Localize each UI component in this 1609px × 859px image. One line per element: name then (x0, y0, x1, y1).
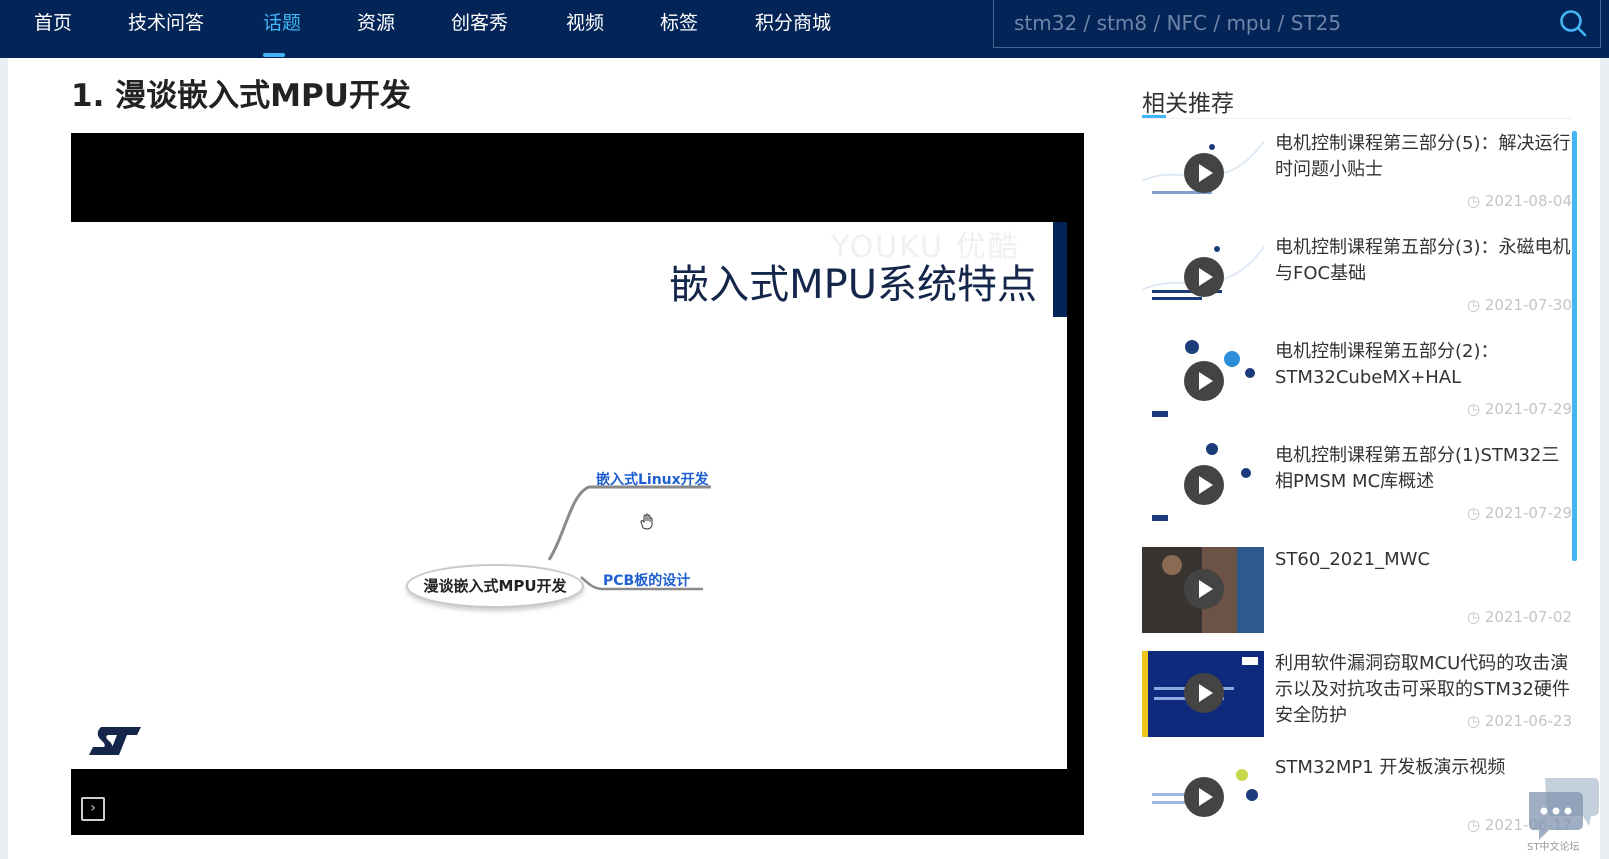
nav-item-tags[interactable]: 标签 (660, 10, 698, 36)
chat-widget-label[interactable]: ST中文论坛 (1527, 838, 1579, 853)
mindmap-node-linux: 嵌入式Linux开发 (596, 472, 709, 488)
related-divider (1142, 118, 1572, 119)
related-title: 相关推荐 (1142, 91, 1234, 117)
related-item-date: ◷ 2021-07-30 (1466, 296, 1572, 314)
related-item[interactable]: 利用软件漏洞窃取MCU代码的攻击演示以及对抗攻击可采取的STM32硬件安全防护 … (1142, 651, 1572, 737)
play-icon[interactable] (1184, 153, 1224, 193)
nav-item-videos[interactable]: 视频 (566, 10, 604, 36)
related-item-date: ◷ 2021-06-23 (1466, 712, 1572, 730)
related-item-date: ◷ 2021-08-04 (1466, 192, 1572, 210)
video-thumbnail[interactable] (1142, 131, 1264, 217)
video-thumbnail[interactable] (1142, 651, 1264, 737)
nav-item-points-mall[interactable]: 积分商城 (755, 10, 831, 36)
nav-item-qa[interactable]: 技术问答 (128, 10, 204, 36)
related-item[interactable]: 电机控制课程第五部分(2)：STM32CubeMX+HAL ◷ 2021-07-… (1142, 339, 1572, 425)
nav-item-resources[interactable]: 资源 (357, 10, 395, 36)
sidebar-scrollbar[interactable] (1572, 131, 1577, 561)
related-item-title[interactable]: 电机控制课程第五部分(2)：STM32CubeMX+HAL (1275, 339, 1572, 391)
player-control-button[interactable]: › (81, 797, 105, 821)
related-item-date: ◷ 2021-07-02 (1466, 608, 1572, 626)
nav-item-topics[interactable]: 话题 (263, 10, 301, 36)
related-item-title[interactable]: 电机控制课程第五部分(1)STM32三相PMSM MC库概述 (1275, 443, 1572, 495)
video-thumbnail[interactable] (1142, 547, 1264, 633)
active-tab-indicator (263, 53, 285, 57)
st-logo-icon (89, 727, 141, 755)
related-item[interactable]: 电机控制课程第五部分(1)STM32三相PMSM MC库概述 ◷ 2021-07… (1142, 443, 1572, 529)
video-player[interactable]: YOUKU 优酷 嵌入式MPU系统特点 漫谈嵌入式MPU开发 嵌入式Linux开… (71, 133, 1084, 835)
video-thumbnail[interactable] (1142, 235, 1264, 321)
nav-item-home[interactable]: 首页 (34, 10, 72, 36)
related-item[interactable]: STM32MP1 开发板演示视频 ◷ 2021-06-17 (1142, 755, 1572, 841)
search-icon[interactable] (1558, 8, 1588, 38)
video-thumbnail[interactable] (1142, 755, 1264, 841)
search-input[interactable] (994, 0, 1539, 46)
video-frame: YOUKU 优酷 嵌入式MPU系统特点 漫谈嵌入式MPU开发 嵌入式Linux开… (71, 222, 1067, 769)
related-item-date: ◷ 2021-07-29 (1466, 400, 1572, 418)
related-item-title[interactable]: 电机控制课程第三部分(5)：解决运行时问题小贴士 (1275, 131, 1572, 183)
mindmap-root-node: 漫谈嵌入式MPU开发 (406, 564, 584, 608)
play-icon[interactable] (1184, 777, 1224, 817)
nav-item-maker-show[interactable]: 创客秀 (451, 10, 508, 36)
related-item[interactable]: ST60_2021_MWC ◷ 2021-07-02 (1142, 547, 1572, 633)
play-icon[interactable] (1184, 465, 1224, 505)
chat-bubble-icon[interactable] (1525, 774, 1600, 844)
play-icon[interactable] (1184, 257, 1224, 297)
mindmap-connectors (547, 485, 711, 591)
related-item-date: ◷ 2021-07-29 (1466, 504, 1572, 522)
mindmap-node-pcb: PCB板的设计 (603, 573, 691, 589)
hand-cursor-icon (640, 513, 653, 530)
play-icon[interactable] (1184, 673, 1224, 713)
play-icon[interactable] (1184, 361, 1224, 401)
video-thumbnail[interactable] (1142, 339, 1264, 425)
related-item[interactable]: 电机控制课程第五部分(3)：永磁电机与FOC基础 ◷ 2021-07-30 (1142, 235, 1572, 321)
play-icon[interactable] (1184, 569, 1224, 609)
related-item-title[interactable]: ST60_2021_MWC (1275, 547, 1572, 573)
related-item[interactable]: 电机控制课程第三部分(5)：解决运行时问题小贴士 ◷ 2021-08-04 (1142, 131, 1572, 217)
video-thumbnail[interactable] (1142, 443, 1264, 529)
top-navigation: 首页 技术问答 话题 资源 创客秀 视频 标签 积分商城 (0, 0, 1609, 58)
page-title: 1. 漫谈嵌入式MPU开发 (71, 78, 411, 114)
related-item-title[interactable]: 电机控制课程第五部分(3)：永磁电机与FOC基础 (1275, 235, 1572, 287)
search-box (993, 0, 1601, 48)
